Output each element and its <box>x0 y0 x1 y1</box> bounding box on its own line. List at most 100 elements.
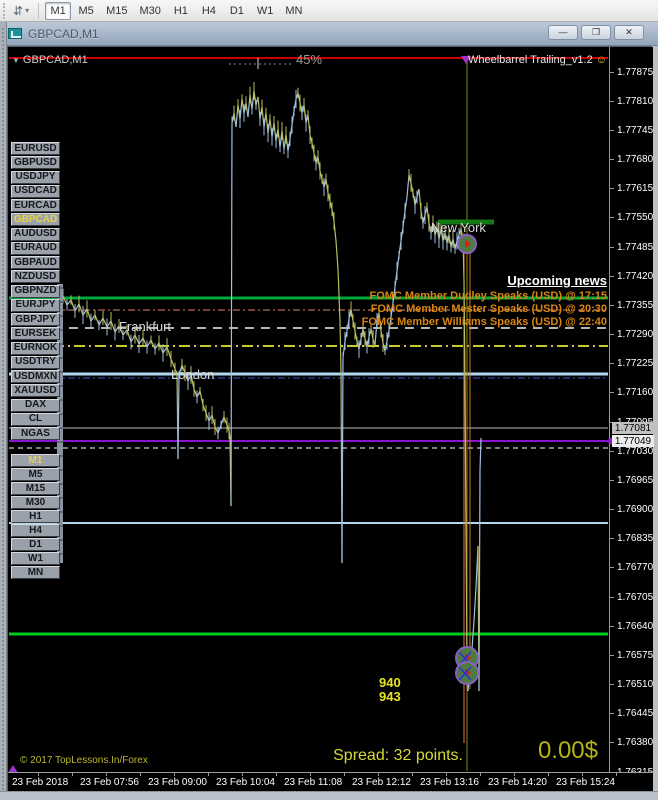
panel-timeframe-h1[interactable]: H1 <box>11 510 60 523</box>
time-tick-mark <box>548 773 549 776</box>
symbol-button-eurjpy[interactable]: EURJPY <box>11 298 60 312</box>
price-tick: 1.77745 <box>610 125 654 136</box>
toolbar-timeframe-m1[interactable]: M1 <box>45 1 72 20</box>
ea-name-label: Wheelbarrel Trailing_v1.2 ☺ <box>467 54 607 66</box>
symbol-button-gbpjpy[interactable]: GBPJPY <box>11 313 60 326</box>
time-tick-mark <box>72 773 73 776</box>
time-tick-label: 23 Feb 14:20 <box>488 777 547 788</box>
symbol-button-usdtry[interactable]: USDTRY <box>11 355 60 369</box>
price-tick: 1.77290 <box>610 329 654 340</box>
symbol-button-eursek[interactable]: EURSEK <box>11 327 60 341</box>
price-bar <box>158 342 164 354</box>
symbol-button-gbpnzd[interactable]: GBPNZD <box>11 284 60 298</box>
toolbar-timeframe-m30[interactable]: M30 <box>134 2 165 20</box>
bid-price-badge: 1.77081 <box>612 422 654 434</box>
close-button[interactable]: ✕ <box>614 25 644 40</box>
price-bar <box>134 334 140 345</box>
symbol-button-ngas[interactable]: NGAS <box>11 427 60 440</box>
toolbar-timeframe-h4[interactable]: H4 <box>196 2 222 20</box>
symbol-button-euraud[interactable]: EURAUD <box>11 241 60 255</box>
symbol-button-nzdusd[interactable]: NZDUSD <box>11 270 60 284</box>
toolbar-timeframe-m5[interactable]: M5 <box>73 2 99 20</box>
symbol-button-eurcad[interactable]: EURCAD <box>11 199 60 212</box>
chevron-down-icon[interactable]: ▼ <box>12 56 20 65</box>
panel-timeframe-w1[interactable]: W1 <box>11 552 60 565</box>
level-arrow-icon <box>606 437 612 445</box>
time-tick-label: 23 Feb 10:04 <box>216 777 275 788</box>
symbol-button-usdjpy[interactable]: USDJPY <box>11 170 60 184</box>
price-tick: 1.76575 <box>610 650 654 661</box>
price-bar <box>339 320 342 374</box>
price-bar <box>464 380 467 532</box>
panel-timeframe-m30[interactable]: M30 <box>11 496 60 509</box>
news-item: FOMC Member Williams Speaks (USD) @ 22:4… <box>361 316 607 328</box>
news-item: FOMC Member Dudley Speaks (USD) @ 17:15 <box>369 290 607 302</box>
panel-timeframe-d1[interactable]: D1 <box>11 538 60 551</box>
symbol-button-eurnok[interactable]: EURNOK <box>11 341 60 355</box>
price-bar <box>138 337 144 345</box>
session-label-frankfurt: Frankfurt <box>119 319 172 334</box>
symbol-button-usdmxn[interactable]: USDMXN <box>11 370 60 383</box>
lot-number-label: 940 <box>379 675 401 690</box>
time-tick-mark <box>616 773 617 776</box>
toolbar-timeframe-h1[interactable]: H1 <box>168 2 194 20</box>
toolbar-timeframe-d1[interactable]: D1 <box>224 2 250 20</box>
price-tick: 1.77680 <box>610 154 654 165</box>
price-bar <box>98 317 104 326</box>
session-label-london: London <box>171 367 215 382</box>
toolbar-timeframe-m15[interactable]: M15 <box>101 2 132 20</box>
time-tick-mark <box>480 773 481 776</box>
panel-timeframe-m1[interactable]: M1 <box>11 454 60 467</box>
time-tick-mark <box>412 773 413 776</box>
price-tick: 1.77875 <box>610 67 654 78</box>
time-tick-label: 23 Feb 15:24 <box>556 777 615 788</box>
panel-timeframe-h4[interactable]: H4 <box>11 524 60 537</box>
time-tick-label: 23 Feb 09:00 <box>148 777 207 788</box>
price-bar <box>473 586 477 622</box>
time-tick-mark <box>38 773 39 776</box>
symbol-button-dax[interactable]: DAX <box>11 398 60 412</box>
toolbar-timeframe-w1[interactable]: W1 <box>252 2 279 20</box>
copyright-label: © 2017 TopLessons.In/Forex <box>20 755 148 766</box>
price-bar <box>66 299 72 306</box>
toolbar-grip[interactable] <box>3 2 8 19</box>
price-bar <box>150 339 156 350</box>
symbol-button-eurusd[interactable]: EURUSD <box>11 142 60 155</box>
chart-window-titlebar[interactable]: GBPCAD,M1 — ❐ ✕ <box>0 22 658 46</box>
price-tick: 1.76705 <box>610 592 654 603</box>
restore-button[interactable]: ❐ <box>581 25 611 40</box>
price-tick: 1.76380 <box>610 737 654 748</box>
price-axis[interactable]: 1.77875 1.77810 1.77745 1.77680 1.77615 1.775… <box>606 47 654 778</box>
symbol-button-usdcad[interactable]: USDCAD <box>11 184 60 198</box>
panel-divider[interactable] <box>0 22 7 800</box>
panel-timeframe-m5[interactable]: M5 <box>11 468 60 481</box>
news-item: FOMC Member Mester Speaks (USD) @ 20:30 <box>370 303 607 315</box>
price-bar <box>86 308 92 322</box>
price-chart-canvas[interactable] <box>8 47 651 790</box>
price-bar <box>130 334 136 343</box>
chart-window-icon <box>8 28 22 39</box>
symbol-button-gbpusd[interactable]: GBPUSD <box>11 156 60 170</box>
symbol-button-xauusd[interactable]: XAUUSD <box>11 384 60 398</box>
tick-chart-icon[interactable]: ⇵ <box>11 4 25 18</box>
time-tick-mark <box>582 773 583 776</box>
toolbar-timeframe-mn[interactable]: MN <box>280 2 307 20</box>
price-tick: 1.77355 <box>610 300 654 311</box>
time-tick-label: 23 Feb 12:12 <box>352 777 411 788</box>
panel-timeframe-m15[interactable]: M15 <box>11 482 60 495</box>
symbol-button-gbpcad[interactable]: GBPCAD <box>11 213 60 227</box>
minimize-button[interactable]: — <box>548 25 578 40</box>
symbol-button-audusd[interactable]: AUDUSD <box>11 227 60 241</box>
mt4-application: ⇵ ▾ M1 M5 M15 M30 H1 H4 D1 W1 MN GBPCAD,M1 — ❐ ✕… <box>0 0 658 800</box>
time-axis[interactable]: 23 Feb 2018 23 Feb 07:56 23 Feb 09:00 23 Fe… <box>8 772 653 791</box>
panel-timeframe-mn[interactable]: MN <box>11 566 60 579</box>
price-bar <box>230 122 233 507</box>
chart-symbol-label: ▼ GBPCAD,M1 <box>12 54 88 66</box>
price-tick: 1.76965 <box>610 475 654 486</box>
chevron-down-icon[interactable]: ▾ <box>25 6 29 15</box>
price-tick: 1.77030 <box>610 446 654 457</box>
timeframe-toolbar: ⇵ ▾ M1 M5 M15 M30 H1 H4 D1 W1 MN <box>0 0 658 22</box>
symbol-button-gbpaud[interactable]: GBPAUD <box>11 256 60 269</box>
chart-area[interactable]: ▼ GBPCAD,M1 45% Wheelbarrel Trailing_v1.2… <box>7 46 654 791</box>
symbol-button-cl[interactable]: CL <box>11 412 60 426</box>
